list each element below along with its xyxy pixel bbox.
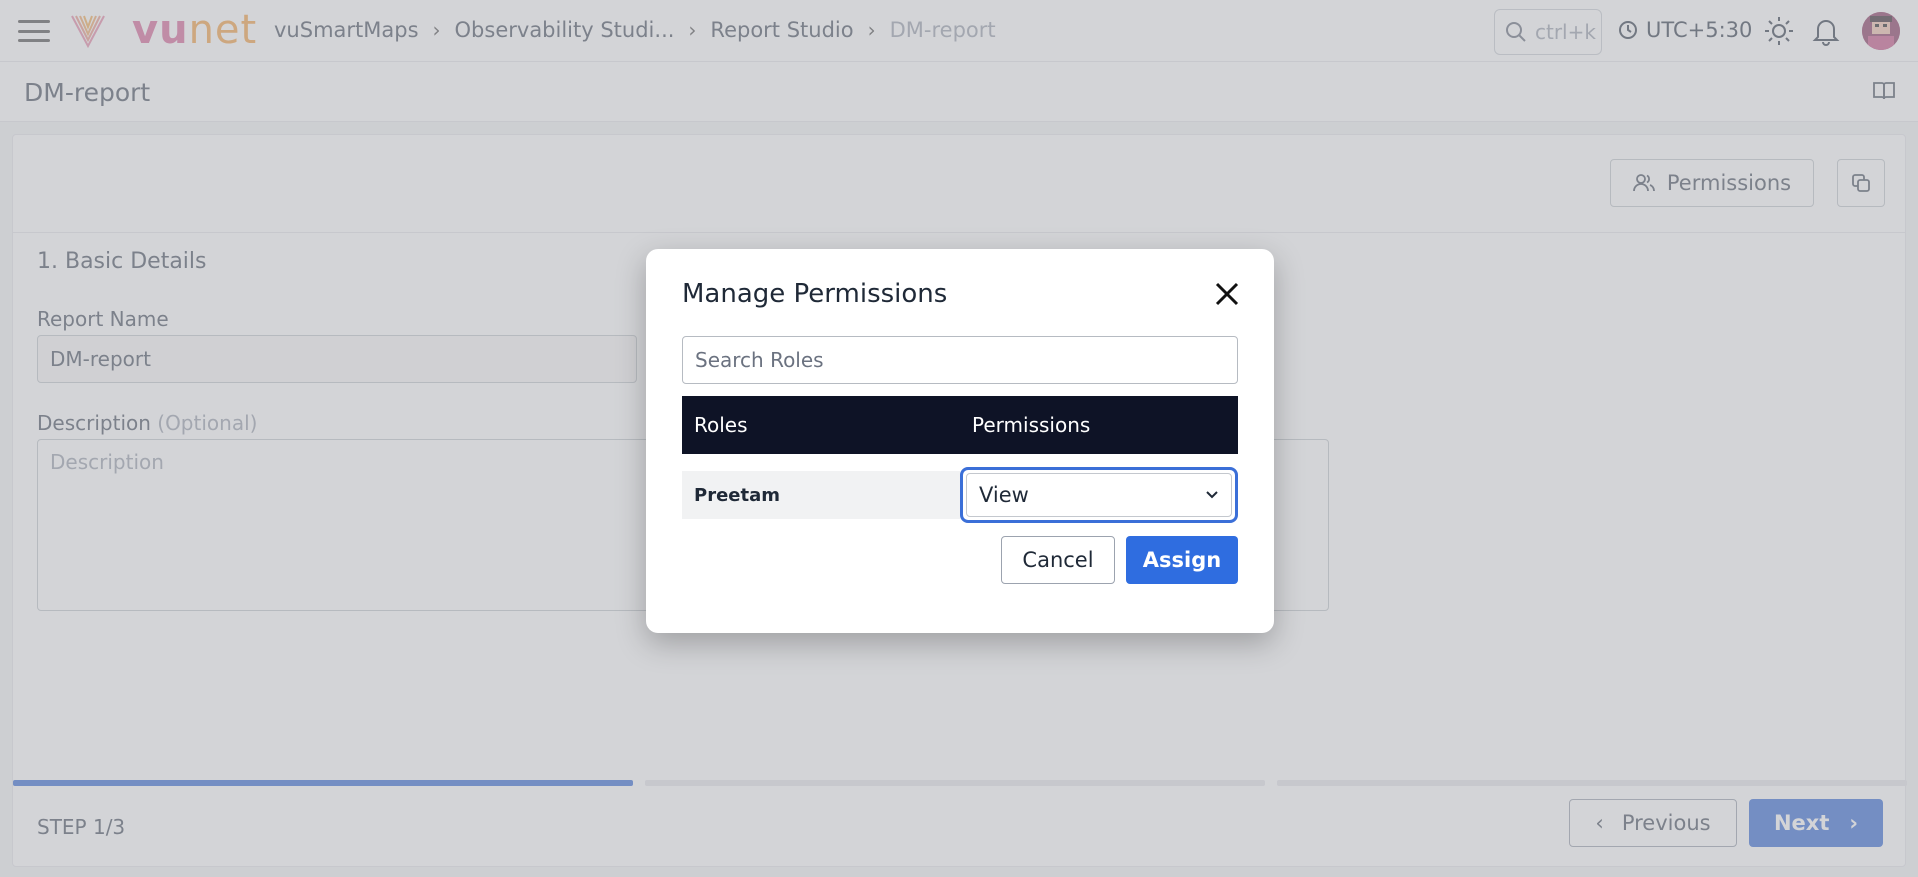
search-roles-placeholder: Search Roles <box>695 348 824 372</box>
permission-select-focus-ring: View <box>960 467 1238 523</box>
modal-title: Manage Permissions <box>682 279 948 309</box>
permission-value: View <box>979 483 1029 507</box>
column-header-roles: Roles <box>694 413 748 437</box>
chevron-down-icon <box>1206 491 1218 499</box>
assign-button[interactable]: Assign <box>1126 536 1238 584</box>
cancel-button[interactable]: Cancel <box>1001 536 1115 584</box>
search-roles-input[interactable]: Search Roles <box>682 336 1238 384</box>
close-icon[interactable] <box>1212 279 1242 309</box>
manage-permissions-modal: Manage Permissions Search Roles Roles Pe… <box>646 249 1274 633</box>
roles-table-header: Roles Permissions <box>682 396 1238 454</box>
role-cell: Preetam <box>682 471 960 519</box>
assign-button-label: Assign <box>1142 548 1222 572</box>
column-header-permissions: Permissions <box>972 413 1091 437</box>
cancel-button-label: Cancel <box>1022 548 1094 572</box>
permission-select[interactable]: View <box>966 473 1232 517</box>
role-name: Preetam <box>694 484 780 506</box>
